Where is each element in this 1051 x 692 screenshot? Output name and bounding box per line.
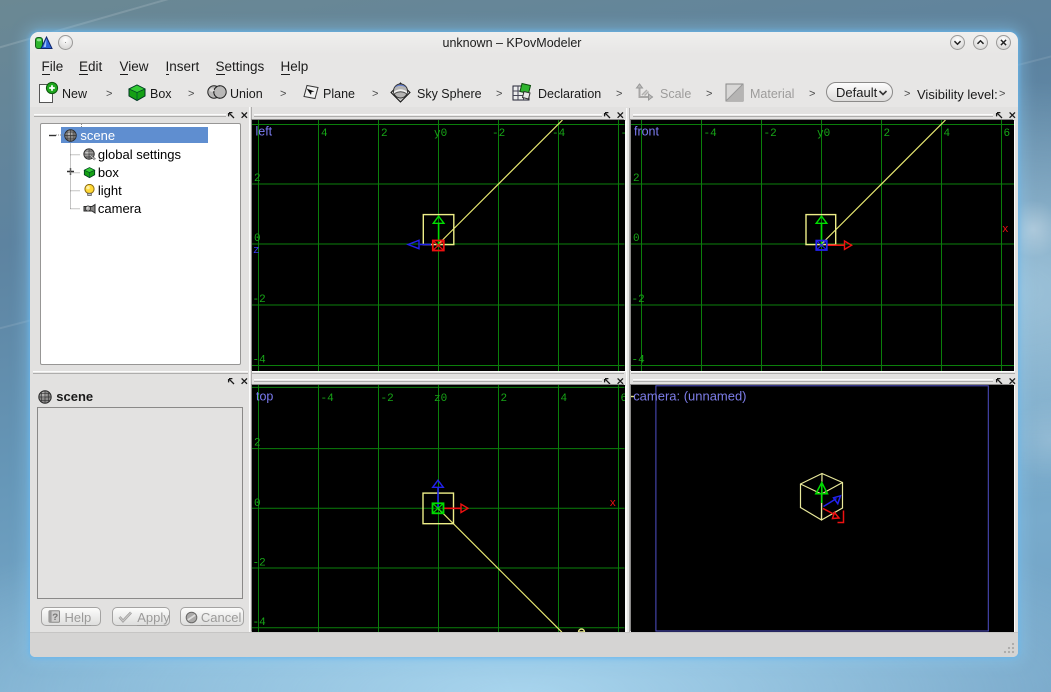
svg-text:6: 6 — [620, 392, 624, 404]
svg-text:?: ? — [52, 613, 58, 623]
svg-text:-4: -4 — [552, 127, 566, 139]
svg-text:y0: y0 — [434, 127, 447, 139]
svg-text:2: 2 — [381, 127, 388, 139]
svg-text:camera: (unnamed): camera: (unnamed) — [633, 388, 746, 403]
svg-text:-2: -2 — [253, 293, 266, 305]
svg-text:-4: -4 — [253, 354, 267, 366]
svg-text:y0: y0 — [816, 127, 829, 139]
svg-text:x: x — [609, 497, 616, 509]
svg-text:2: 2 — [254, 172, 261, 184]
svg-text:-4: -4 — [703, 127, 717, 139]
svg-text:4: 4 — [560, 392, 567, 404]
svg-text:-6: -6 — [620, 127, 624, 139]
svg-text:top: top — [256, 389, 273, 403]
svg-text:front: front — [634, 124, 660, 138]
svg-text:6: 6 — [1003, 127, 1010, 139]
svg-text:4: 4 — [943, 127, 950, 139]
svg-text:-4: -4 — [631, 354, 645, 366]
svg-text:-2: -2 — [763, 127, 776, 139]
svg-text:0: 0 — [254, 497, 261, 509]
svg-text:-2: -2 — [381, 392, 394, 404]
svg-text:z: z — [253, 244, 260, 256]
svg-text:4: 4 — [321, 127, 328, 139]
svg-text:0: 0 — [633, 232, 640, 244]
svg-text:-4: -4 — [321, 392, 335, 404]
svg-text:-4: -4 — [253, 617, 267, 629]
svg-text:-2: -2 — [253, 557, 266, 569]
svg-text:2: 2 — [883, 127, 890, 139]
svg-text:2: 2 — [254, 437, 261, 449]
svg-text:z0: z0 — [434, 392, 447, 404]
svg-text:x: x — [1001, 223, 1008, 235]
svg-text:-2: -2 — [492, 127, 505, 139]
svg-text:-2: -2 — [631, 293, 644, 305]
svg-text:2: 2 — [500, 392, 507, 404]
svg-text:2: 2 — [633, 172, 640, 184]
svg-text:left: left — [256, 124, 273, 138]
svg-text:0: 0 — [254, 232, 261, 244]
